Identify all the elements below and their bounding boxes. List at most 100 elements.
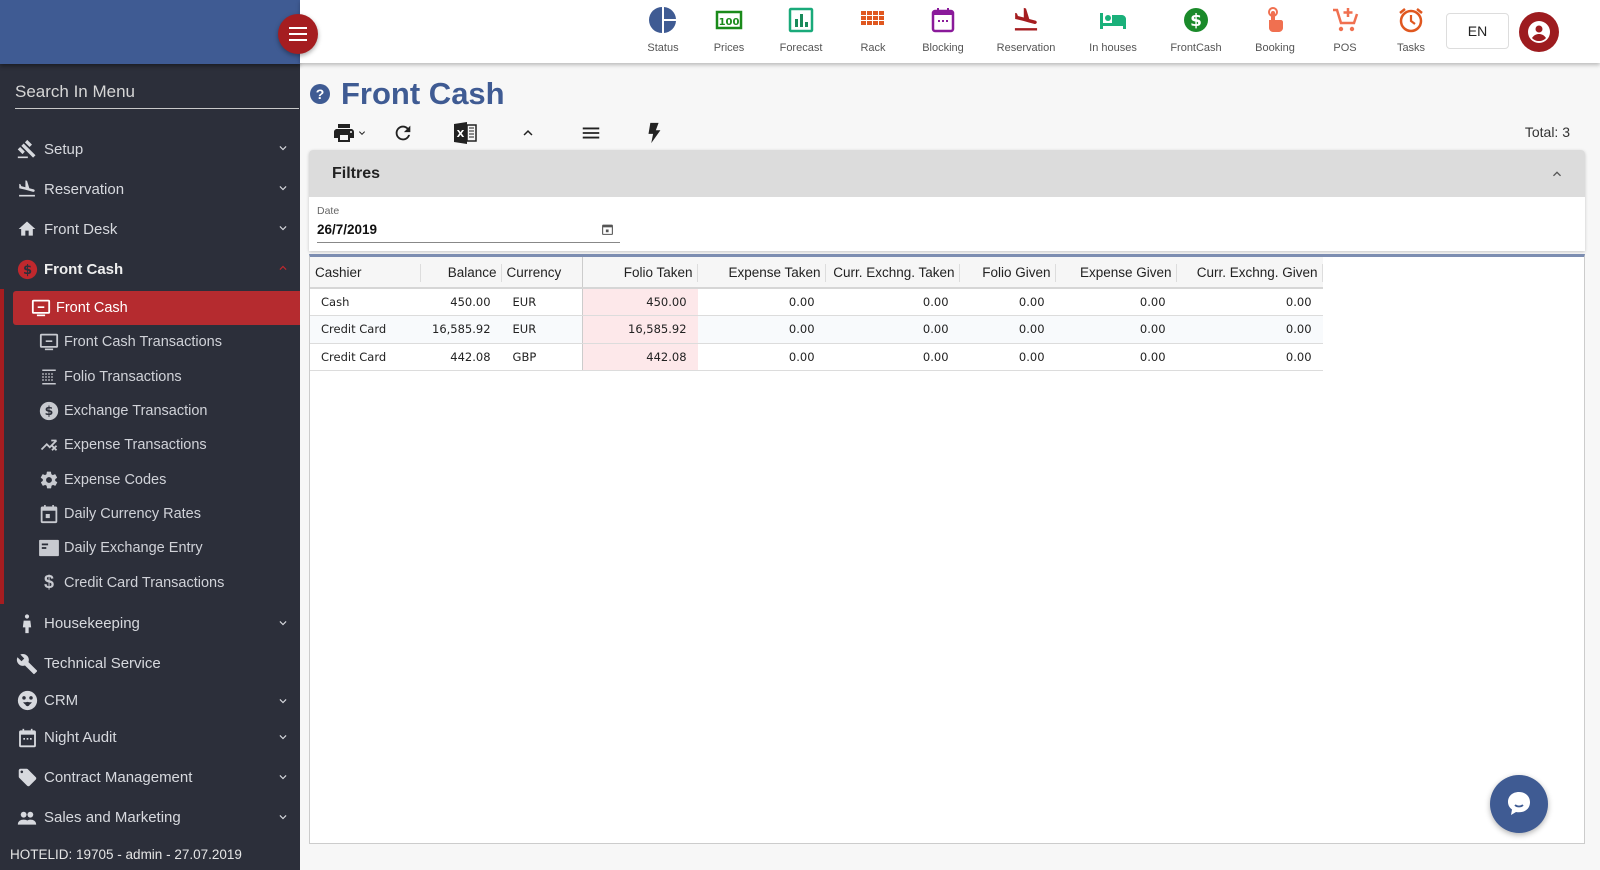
- topbar-booking-button[interactable]: Booking: [1240, 6, 1310, 54]
- topbar-in-houses-button[interactable]: In houses: [1078, 6, 1148, 54]
- topbar-rack-button[interactable]: Rack: [838, 6, 908, 54]
- column-header-expense-given[interactable]: Expense Given: [1055, 257, 1177, 289]
- sidebar-item-sales-and-marketing[interactable]: Sales and Marketing: [0, 798, 300, 838]
- sidebar-subitem-front-cash[interactable]: Front Cash: [13, 291, 300, 326]
- sidebar-item-crm[interactable]: CRM: [0, 684, 300, 718]
- cell-folio-taken: 450.00: [582, 288, 698, 316]
- tag-icon: [16, 767, 38, 789]
- table-row[interactable]: Credit Card 442.08 GBP 442.08 0.00 0.00 …: [310, 343, 1323, 371]
- topbar-forecast-button[interactable]: Forecast: [766, 6, 836, 54]
- help-icon[interactable]: ?: [310, 84, 330, 104]
- sidebar-subitem-credit-card-transactions[interactable]: $ Credit Card Transactions: [12, 565, 300, 599]
- filters-header[interactable]: Filtres: [309, 150, 1585, 197]
- column-header-curr-exchng-given[interactable]: Curr. Exchng. Given: [1176, 257, 1323, 289]
- search-menu-input[interactable]: Search In Menu: [15, 82, 299, 109]
- columns-menu-button[interactable]: [579, 120, 603, 146]
- sidebar-subitem-exchange-transaction[interactable]: $ Exchange Transaction: [12, 394, 300, 428]
- filters-title: Filtres: [332, 164, 381, 182]
- lightning-icon: [648, 122, 661, 144]
- topbar-status-button[interactable]: Status: [628, 6, 698, 54]
- date-field[interactable]: 26/7/2019: [317, 222, 620, 243]
- home-icon: [16, 218, 38, 240]
- sidebar-item-night-audit[interactable]: Night Audit: [0, 718, 300, 758]
- total-count: Total: 3: [1524, 124, 1570, 140]
- rack-grid-icon: [861, 11, 884, 25]
- user-avatar-button[interactable]: [1519, 12, 1559, 52]
- cell-currency: EUR: [501, 288, 583, 316]
- topbar-pos-button[interactable]: POS: [1310, 6, 1380, 54]
- topbar-blocking-button[interactable]: Blocking: [908, 6, 978, 54]
- topbar-reservation-button[interactable]: Reservation: [991, 6, 1061, 54]
- sidebar-subitem-label: Expense Codes: [64, 471, 167, 488]
- cell-cashier: Cash: [310, 288, 421, 316]
- cell-expense-given: 0.00: [1055, 288, 1177, 316]
- svg-text:$: $: [45, 403, 54, 418]
- sidebar-subitem-daily-currency-rates[interactable]: Daily Currency Rates: [12, 497, 300, 531]
- refresh-button[interactable]: [391, 120, 415, 146]
- gavel-icon: [16, 138, 38, 160]
- flight-land-icon: [1014, 7, 1038, 31]
- collapse-button[interactable]: [518, 120, 538, 146]
- cell-folio-given: 0.00: [959, 315, 1056, 344]
- sidebar-item-reservation[interactable]: Reservation: [0, 169, 300, 209]
- calendar-icon[interactable]: [601, 223, 614, 236]
- column-header-expense-taken[interactable]: Expense Taken: [697, 257, 826, 289]
- column-header-balance[interactable]: Balance: [421, 257, 502, 289]
- sidebar-nav: Setup Reservation Front Desk $ Front Cas…: [0, 129, 300, 838]
- column-header-cashier[interactable]: Cashier: [310, 257, 421, 289]
- sidebar-subitem-label: Front Cash: [56, 300, 128, 317]
- quick-action-button[interactable]: [644, 120, 664, 146]
- topbar-prices-button[interactable]: 100 Prices: [694, 6, 764, 54]
- face-icon: [16, 690, 38, 712]
- column-header-curr-exchng-taken[interactable]: Curr. Exchng. Taken: [825, 257, 960, 289]
- grid-icon: [38, 367, 60, 387]
- print-button[interactable]: [328, 120, 372, 146]
- chevron-down-icon: [359, 131, 365, 135]
- flight-land-icon: [16, 178, 38, 200]
- table-row[interactable]: Credit Card 16,585.92 EUR 16,585.92 0.00…: [310, 315, 1323, 344]
- svg-text:X: X: [457, 129, 465, 140]
- sidebar-subitem-folio-transactions[interactable]: Folio Transactions: [12, 360, 300, 394]
- topbar-tasks-button[interactable]: Tasks: [1376, 6, 1446, 54]
- calendar-icon: [16, 727, 38, 749]
- sidebar-subitem-expense-codes[interactable]: Expense Codes: [12, 462, 300, 496]
- sidebar-item-contract-management[interactable]: Contract Management: [0, 758, 300, 798]
- person-icon: [16, 613, 38, 635]
- chat-button[interactable]: [1490, 775, 1548, 833]
- sidebar-item-setup[interactable]: Setup: [0, 129, 300, 169]
- cell-cashier: Credit Card: [310, 315, 421, 344]
- cell-balance: 450.00: [421, 288, 502, 316]
- cell-expense-taken: 0.00: [697, 343, 826, 371]
- column-header-folio-given[interactable]: Folio Given: [959, 257, 1056, 289]
- sidebar-subitem-front-cash-transactions[interactable]: Front Cash Transactions: [12, 325, 300, 359]
- calendar-icon: [931, 8, 955, 33]
- excel-icon: X: [454, 122, 477, 144]
- sidebar-item-front-desk[interactable]: Front Desk: [0, 209, 300, 249]
- sidebar-item-front-cash[interactable]: $ Front Cash: [0, 249, 300, 289]
- chevron-up-icon: [523, 130, 533, 136]
- sidebar-subitem-label: Daily Exchange Entry: [64, 540, 203, 557]
- topbar-frontcash-button[interactable]: $ FrontCash: [1161, 6, 1231, 54]
- sidebar-subitem-label: Daily Currency Rates: [64, 505, 201, 522]
- sidebar-item-technical-service[interactable]: Technical Service: [0, 644, 300, 684]
- trend-icon: [38, 435, 60, 455]
- menu-toggle-button[interactable]: [278, 14, 318, 54]
- table-row[interactable]: Cash 450.00 EUR 450.00 0.00 0.00 0.00 0.…: [310, 288, 1323, 316]
- language-selector[interactable]: EN: [1446, 13, 1509, 49]
- chevron-up-icon: [1553, 171, 1561, 177]
- sidebar-subitem-label: Credit Card Transactions: [64, 574, 225, 591]
- svg-text:$: $: [1190, 11, 1202, 31]
- column-header-folio-taken[interactable]: Folio Taken: [582, 257, 698, 289]
- svg-text:100: 100: [719, 17, 740, 28]
- front-cash-table: Cashier Balance Currency Folio Taken Exp…: [310, 257, 1323, 371]
- export-excel-button[interactable]: X: [451, 120, 479, 146]
- pie-icon: [649, 7, 676, 33]
- sidebar-subitem-daily-exchange-entry[interactable]: Daily Exchange Entry: [12, 531, 300, 565]
- cell-expense-given: 0.00: [1055, 315, 1177, 344]
- front-cash-submenu: Front Cash Front Cash Transactions Folio…: [0, 289, 300, 604]
- sidebar-subitem-expense-transactions[interactable]: Expense Transactions: [12, 428, 300, 462]
- touch-icon: [1268, 7, 1283, 32]
- column-header-currency[interactable]: Currency: [501, 257, 583, 289]
- sidebar-subitem-label: Folio Transactions: [64, 368, 182, 385]
- sidebar-item-housekeeping[interactable]: Housekeeping: [0, 604, 300, 644]
